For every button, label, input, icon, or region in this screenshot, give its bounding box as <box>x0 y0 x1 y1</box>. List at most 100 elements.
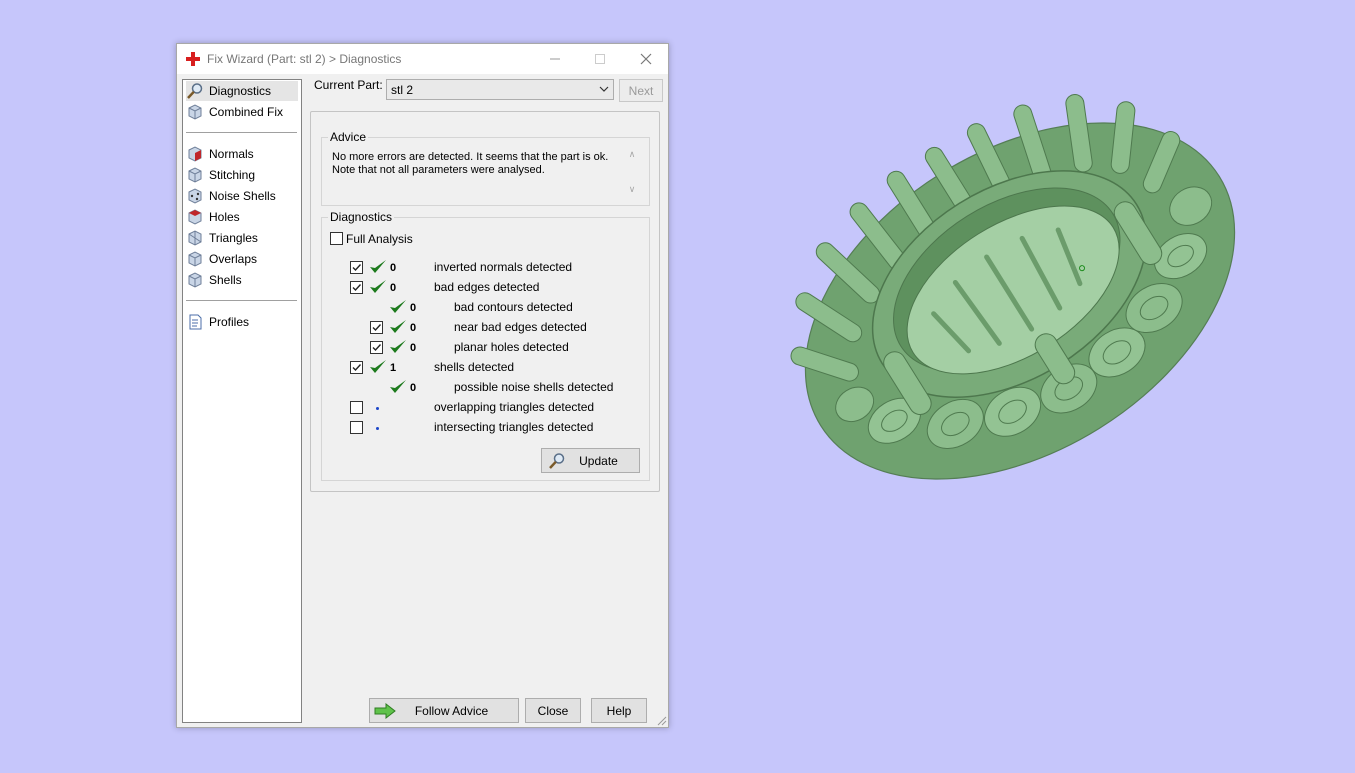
maximize-button[interactable] <box>577 44 622 74</box>
nav-item-stitching[interactable]: Stitching <box>186 165 298 185</box>
nav-label: Diagnostics <box>209 84 272 98</box>
not-analysed-dot <box>376 407 379 410</box>
checkmark-icon <box>352 284 362 292</box>
planar-holes-label: planar holes detected <box>454 340 569 354</box>
cube-icon <box>188 167 202 183</box>
nav-label: Triangles <box>209 231 258 245</box>
cube-icon <box>188 230 202 246</box>
scroll-down-icon[interactable]: ∨ <box>629 184 636 195</box>
shells-count: 1 <box>390 362 397 374</box>
bad-contours-label: bad contours detected <box>454 300 573 314</box>
nav-item-profiles[interactable]: Profiles <box>186 312 298 332</box>
cube-icon <box>188 188 202 204</box>
ok-check-icon <box>390 380 406 393</box>
shells-label: shells detected <box>434 360 515 374</box>
nav-item-diagnostics[interactable]: Diagnostics <box>186 81 298 101</box>
nav-label: Noise Shells <box>209 189 276 203</box>
nav-item-normals[interactable]: Normals <box>186 144 298 164</box>
close-button[interactable]: Close <box>525 698 581 723</box>
overlapping-triangles-label: overlapping triangles detected <box>434 400 595 414</box>
advice-title: Advice <box>328 130 369 144</box>
advice-group: Advice No more errors are detected. It s… <box>321 130 650 206</box>
update-label: Update <box>579 453 618 468</box>
near-bad-edges-checkbox[interactable] <box>370 321 383 334</box>
advice-text: No more errors are detected. It seems th… <box>332 151 609 176</box>
overlapping-triangles-checkbox[interactable] <box>350 401 363 414</box>
current-part-value: stl 2 <box>391 83 414 97</box>
window-title: Fix Wizard (Part: stl 2) > Diagnostics <box>207 52 402 66</box>
bad-contours-count: 0 <box>410 302 417 314</box>
nav-label: Profiles <box>209 315 250 329</box>
nav-label: Combined Fix <box>209 105 284 119</box>
bad-edges-checkbox[interactable] <box>350 281 363 294</box>
minimize-button[interactable] <box>532 44 577 74</box>
scroll-up-icon[interactable]: ∧ <box>629 149 636 160</box>
follow-advice-label: Follow Advice <box>414 703 489 718</box>
nav-item-triangles[interactable]: Triangles <box>186 228 298 248</box>
wizard-nav: Diagnostics Combined Fix Normals Stitchi… <box>182 79 302 723</box>
nav-label: Holes <box>209 210 240 224</box>
resize-grip-icon[interactable] <box>656 715 667 726</box>
part-3d-model[interactable] <box>760 66 1280 536</box>
ok-check-icon <box>390 300 406 313</box>
chevron-down-icon <box>599 86 609 92</box>
close-icon <box>640 53 651 65</box>
nav-label: Overlaps <box>209 252 258 266</box>
help-button[interactable]: Help <box>591 698 647 723</box>
document-icon <box>189 314 202 330</box>
ok-check-icon <box>390 320 406 333</box>
nav-divider <box>186 300 297 301</box>
current-part-select[interactable]: stl 2 <box>386 79 614 100</box>
planar-holes-checkbox[interactable] <box>370 341 383 354</box>
nav-item-shells[interactable]: Shells <box>186 270 298 290</box>
follow-advice-button[interactable]: Follow Advice <box>369 698 519 723</box>
checkmark-icon <box>352 364 362 372</box>
bad-edges-label: bad edges detected <box>434 280 540 294</box>
cube-icon <box>188 272 202 288</box>
nav-item-overlaps[interactable]: Overlaps <box>186 249 298 269</box>
nav-label: Normals <box>209 147 254 161</box>
cube-icon <box>188 251 202 267</box>
shells-checkbox[interactable] <box>350 361 363 374</box>
maximize-icon <box>594 54 605 64</box>
inverted-normals-label: inverted normals detected <box>434 260 573 274</box>
not-analysed-dot <box>376 427 379 430</box>
minimize-icon <box>549 58 560 60</box>
noise-shells-label: possible noise shells detected <box>454 380 614 394</box>
cube-icon <box>188 146 202 162</box>
checkmark-icon <box>372 324 382 332</box>
close-window-button[interactable] <box>623 44 668 74</box>
fix-wizard-dialog: Fix Wizard (Part: stl 2) > Diagnostics D… <box>176 43 669 728</box>
checkmark-icon <box>352 264 362 272</box>
help-label: Help <box>606 703 632 718</box>
checkmark-icon <box>372 344 382 352</box>
full-analysis-label: Full Analysis <box>346 232 413 246</box>
next-button[interactable]: Next <box>619 79 663 102</box>
nav-label: Shells <box>209 273 242 287</box>
close-label: Close <box>537 703 569 718</box>
magnifier-icon <box>187 83 203 99</box>
full-analysis-checkbox[interactable] <box>330 232 343 245</box>
planar-holes-count: 0 <box>410 342 417 354</box>
nav-label: Stitching <box>209 168 256 182</box>
nav-item-holes[interactable]: Holes <box>186 207 298 227</box>
ok-check-icon <box>370 260 386 273</box>
cube-icon <box>188 209 202 225</box>
intersecting-triangles-label: intersecting triangles detected <box>434 420 594 434</box>
magnifier-icon <box>549 453 565 469</box>
diagnostics-title: Diagnostics <box>328 210 395 224</box>
current-part-label: Current Part: <box>314 78 383 92</box>
nav-divider <box>186 132 297 133</box>
title-bar[interactable]: Fix Wizard (Part: stl 2) > Diagnostics <box>177 44 668 74</box>
ok-check-icon <box>390 340 406 353</box>
bad-edges-count: 0 <box>390 282 397 294</box>
nav-item-combined-fix[interactable]: Combined Fix <box>186 102 298 122</box>
nav-item-noise-shells[interactable]: Noise Shells <box>186 186 298 206</box>
next-label: Next <box>628 83 654 98</box>
update-button[interactable]: Update <box>541 448 640 473</box>
intersecting-triangles-checkbox[interactable] <box>350 421 363 434</box>
advice-scrollbar[interactable]: ∧ ∨ <box>623 149 641 195</box>
near-bad-edges-count: 0 <box>410 322 417 334</box>
inverted-normals-checkbox[interactable] <box>350 261 363 274</box>
ok-check-icon <box>370 360 386 373</box>
